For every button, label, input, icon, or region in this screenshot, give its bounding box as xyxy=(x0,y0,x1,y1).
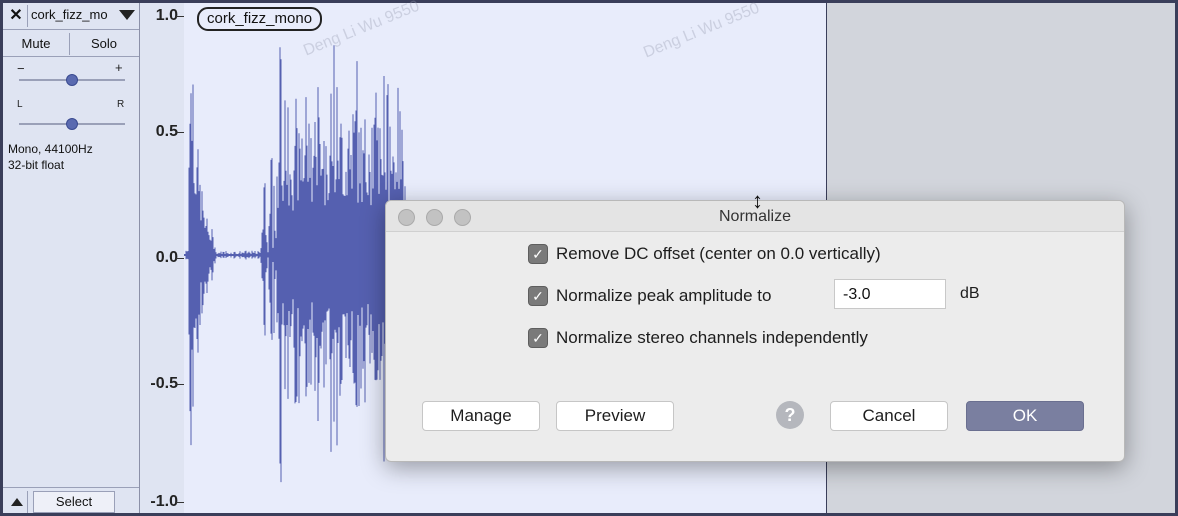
track-bottom-bar: Select xyxy=(3,487,139,514)
manage-button[interactable]: Manage xyxy=(422,401,540,431)
track-info: Mono, 44100Hz 32-bit float xyxy=(8,141,93,173)
normalize-peak-checkbox[interactable]: ✓ xyxy=(528,286,548,306)
mute-solo-row: Mute Solo xyxy=(3,30,139,57)
stereo-independent-label: Normalize stereo channels independently xyxy=(556,328,868,347)
mute-button[interactable]: Mute xyxy=(3,33,70,55)
triangle-up-icon xyxy=(11,498,23,506)
vertical-ruler[interactable]: 1.0 0.5 0.0 -0.5 -1.0 xyxy=(140,3,184,513)
ruler-label: 0.0 xyxy=(155,249,178,266)
track-control-panel: ✕ cork_fizz_mo Mute Solo − + L R Mono, 4… xyxy=(3,3,140,513)
gain-plus-label: + xyxy=(115,60,123,75)
ruler-tick xyxy=(176,384,184,385)
gain-minus-label: − xyxy=(17,61,25,76)
normalize-dialog: Normalize ✓ Remove DC offset (center on … xyxy=(385,200,1125,462)
window-close-button[interactable] xyxy=(398,209,415,226)
select-button[interactable]: Select xyxy=(33,491,115,513)
ruler-label: 0.5 xyxy=(155,123,178,140)
window-zoom-button[interactable] xyxy=(454,209,471,226)
collapse-button[interactable] xyxy=(5,491,28,513)
help-icon[interactable]: ? xyxy=(776,401,804,429)
pan-right-label: R xyxy=(117,99,125,110)
track-header: ✕ cork_fizz_mo xyxy=(3,3,139,30)
peak-amplitude-input[interactable]: -3.0 xyxy=(834,279,946,309)
track-format: Mono, 44100Hz xyxy=(8,142,93,156)
window-minimize-button[interactable] xyxy=(426,209,443,226)
ruler-label: -1.0 xyxy=(150,493,178,510)
normalize-peak-label: Normalize peak amplitude to xyxy=(556,286,772,305)
pan-slider-thumb[interactable] xyxy=(66,118,78,130)
ruler-label: 1.0 xyxy=(155,7,178,24)
ruler-tick xyxy=(176,132,184,133)
chevron-down-icon[interactable] xyxy=(119,10,135,20)
ruler-tick xyxy=(176,16,184,17)
ruler-tick xyxy=(176,258,184,259)
ok-button[interactable]: OK xyxy=(966,401,1084,431)
pan-left-label: L xyxy=(17,99,23,110)
preview-button[interactable]: Preview xyxy=(556,401,674,431)
remove-dc-label: Remove DC offset (center on 0.0 vertical… xyxy=(556,244,881,263)
track-name-menu[interactable]: cork_fizz_mo xyxy=(31,7,108,22)
waveform-lines xyxy=(184,45,406,483)
resize-cursor-icon: ↕ xyxy=(752,188,763,213)
solo-button[interactable]: Solo xyxy=(71,33,137,55)
remove-dc-checkbox[interactable]: ✓ xyxy=(528,244,548,264)
cancel-button[interactable]: Cancel xyxy=(830,401,948,431)
ruler-label: -0.5 xyxy=(150,375,178,392)
gain-slider-thumb[interactable] xyxy=(66,74,78,86)
close-track-button[interactable]: ✕ xyxy=(5,5,28,27)
stereo-independent-checkbox[interactable]: ✓ xyxy=(528,328,548,348)
track-bit-depth: 32-bit float xyxy=(8,158,65,172)
peak-unit-label: dB xyxy=(960,285,980,302)
clip-name[interactable]: cork_fizz_mono xyxy=(197,7,323,31)
ruler-tick xyxy=(176,502,184,503)
